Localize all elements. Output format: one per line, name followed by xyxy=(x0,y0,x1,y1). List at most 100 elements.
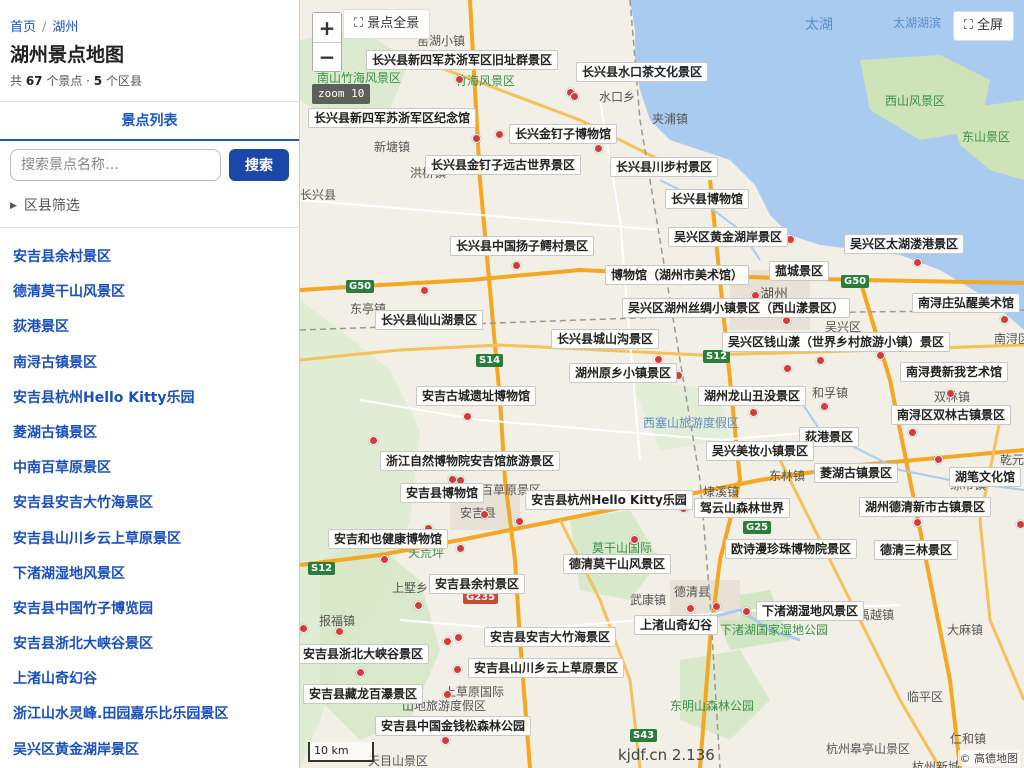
spot-pin-icon[interactable] xyxy=(819,401,829,411)
spot-list-item[interactable]: 荻港景区 xyxy=(0,310,299,345)
spot-pin-icon[interactable] xyxy=(999,314,1009,324)
spot-pin-icon[interactable] xyxy=(442,636,452,646)
map-spot-label[interactable]: 安吉和也健康博物馆 xyxy=(327,529,449,549)
map-spot-label[interactable]: 长兴县新四军苏浙军区纪念馆 xyxy=(307,108,477,128)
spot-pin-icon[interactable] xyxy=(945,388,955,398)
map-spot-label[interactable]: 湖州龙山丑没景区 xyxy=(697,386,807,406)
spot-list-item[interactable]: 安吉县浙北大峡谷景区 xyxy=(0,627,299,662)
map-spot-label[interactable]: 安吉县博物馆 xyxy=(399,483,485,503)
map-spot-label[interactable]: 安吉县安吉大竹海景区 xyxy=(483,627,617,647)
map-spot-label[interactable]: 安吉县中国金钱松森林公园 xyxy=(374,716,532,736)
spot-pin-icon[interactable] xyxy=(413,600,423,610)
map-spot-label[interactable]: 安吉县浙北大峡谷景区 xyxy=(300,644,430,664)
map-spot-label[interactable]: 博物馆（湖州市美术馆） xyxy=(604,265,750,285)
tab-spot-list[interactable]: 景点列表 xyxy=(0,101,299,141)
map-spot-label[interactable]: 吴兴区黄金湖岸景区 xyxy=(667,227,789,247)
spot-pin-icon[interactable] xyxy=(741,606,751,616)
map-spot-label[interactable]: 欧诗漫珍珠博物院景区 xyxy=(724,539,858,559)
spot-pin-icon[interactable] xyxy=(782,363,792,373)
spot-pin-icon[interactable] xyxy=(711,601,721,611)
spot-pin-icon[interactable] xyxy=(511,260,521,270)
map-spot-label[interactable]: 菱湖古镇景区 xyxy=(813,463,899,483)
spot-pin-icon[interactable] xyxy=(455,543,465,553)
spot-pin-icon[interactable] xyxy=(355,667,365,677)
map-spot-label[interactable]: 湖州原乡小镇景区 xyxy=(568,363,678,383)
spot-list-item[interactable]: 上渚山奇幻谷 xyxy=(0,662,299,697)
map-spot-label[interactable]: 安吉古城遗址博物馆 xyxy=(415,386,537,406)
spot-pin-icon[interactable] xyxy=(452,664,462,674)
district-filter-toggle[interactable]: ▶ 区县筛选 xyxy=(10,195,80,215)
map-spot-label[interactable]: 德清莫干山风景区 xyxy=(562,554,672,574)
spot-pin-icon[interactable] xyxy=(933,454,943,464)
spot-pin-icon[interactable] xyxy=(593,143,603,153)
map-spot-label[interactable]: 菰城景区 xyxy=(768,261,830,281)
map-spot-label[interactable]: 安吉县山川乡云上草原景区 xyxy=(467,658,625,678)
map-spot-label[interactable]: 南浔费新我艺术馆 xyxy=(899,362,1009,382)
map-view[interactable]: 太湖 太湖湖滨 西山风景区 东山景区 窑湖小镇 南山竹海风景区 竹海风景区 水口乡 夹浦镇 新塘镇… xyxy=(300,0,1024,768)
spot-pin-icon[interactable] xyxy=(907,427,917,437)
map-spot-label[interactable]: 长兴县中国扬子鳄村景区 xyxy=(449,236,595,256)
spot-pin-icon[interactable] xyxy=(368,435,378,445)
map-spot-label[interactable]: 长兴县水口茶文化景区 xyxy=(575,62,709,82)
spot-pin-icon[interactable] xyxy=(379,554,389,564)
map-spot-label[interactable]: 吴兴区钱山漾（世界乡村旅游小镇）景区 xyxy=(721,332,951,352)
spot-list-item[interactable]: 德清莫干山风景区 xyxy=(0,275,299,310)
map-spot-label[interactable]: 长兴县仙山湖景区 xyxy=(374,310,484,330)
zoom-out-button[interactable]: − xyxy=(313,42,341,71)
spot-pin-icon[interactable] xyxy=(514,516,524,526)
spot-list-item[interactable]: 安吉县安吉大竹海景区 xyxy=(0,486,299,521)
map-spot-label[interactable]: 吴兴区太湖溇港景区 xyxy=(843,234,965,254)
spot-list-item[interactable]: 浙江山水灵峰.田园嘉乐比乐园景区 xyxy=(0,697,299,732)
spot-pin-icon[interactable] xyxy=(462,411,472,421)
map-spot-label[interactable]: 安吉县藏龙百瀑景区 xyxy=(302,684,424,704)
map-spot-label[interactable]: 长兴金钉子博物馆 xyxy=(508,124,618,144)
spot-list-item[interactable]: 安吉县杭州Hello Kitty乐园 xyxy=(0,381,299,416)
map-spot-label[interactable]: 南浔区双林古镇景区 xyxy=(890,405,1012,425)
spot-pin-icon[interactable] xyxy=(629,534,639,544)
map-spot-label[interactable]: 湖笔文化馆 xyxy=(948,467,1022,487)
search-button[interactable]: 搜索 xyxy=(229,149,289,181)
map-spot-label[interactable]: 长兴县新四军苏浙军区旧址群景区 xyxy=(365,50,559,70)
spot-pin-icon[interactable] xyxy=(912,257,922,267)
zoom-in-button[interactable]: + xyxy=(313,13,341,42)
map-spot-label[interactable]: 下渚湖湿地风景区 xyxy=(755,601,865,621)
spot-list-item[interactable]: 南浔古镇景区 xyxy=(0,346,299,381)
spot-pin-icon[interactable] xyxy=(334,626,344,636)
map-spot-label[interactable]: 长兴县川步村景区 xyxy=(609,157,719,177)
spot-pin-icon[interactable] xyxy=(440,735,450,745)
spot-list-item[interactable]: 安吉县中国竹子博览园 xyxy=(0,592,299,627)
spot-pin-icon[interactable] xyxy=(815,355,825,365)
spot-list-item[interactable]: 中南百草原景区 xyxy=(0,451,299,486)
map-spot-label[interactable]: 吴兴区湖州丝绸小镇景区（西山漾景区） xyxy=(621,298,851,318)
spot-pin-icon[interactable] xyxy=(748,407,758,417)
map-spot-label[interactable]: 德清三林景区 xyxy=(873,540,959,560)
spot-pin-icon[interactable] xyxy=(419,285,429,295)
spot-list-item[interactable]: 吴兴区黄金湖岸景区 xyxy=(0,733,299,768)
spot-list-item[interactable]: 下渚湖湿地风景区 xyxy=(0,557,299,592)
spot-pin-icon[interactable] xyxy=(300,623,308,633)
map-spot-label[interactable]: 浙江自然博物院安吉馆旅游景区 xyxy=(379,451,561,471)
map-spot-label[interactable]: 南浔庄弘醒美术馆 xyxy=(911,293,1021,313)
map-spot-label[interactable]: 安吉县杭州Hello Kitty乐园 xyxy=(525,490,693,510)
breadcrumb-current-link[interactable]: 湖州 xyxy=(52,20,78,35)
spot-pin-icon[interactable] xyxy=(569,91,579,101)
map-spot-label[interactable]: 上渚山奇幻谷 xyxy=(633,615,719,635)
map-spot-label[interactable]: 吴兴美妆小镇景区 xyxy=(705,441,815,461)
spot-pin-icon[interactable] xyxy=(453,632,463,642)
spot-pin-icon[interactable] xyxy=(479,509,489,519)
spot-pin-icon[interactable] xyxy=(912,517,922,527)
map-spot-label[interactable]: 安吉县余村景区 xyxy=(428,574,526,594)
spot-pin-icon[interactable] xyxy=(494,129,504,139)
spot-list-item[interactable]: 菱湖古镇景区 xyxy=(0,416,299,451)
spot-list-item[interactable]: 安吉县山川乡云上草原景区 xyxy=(0,522,299,557)
spot-pin-icon[interactable] xyxy=(1015,519,1024,529)
spot-list-item[interactable]: 安吉县余村景区 xyxy=(0,240,299,275)
breadcrumb-home-link[interactable]: 首页 xyxy=(10,20,36,35)
view-all-spots-button[interactable]: ⛶ 景点全景 xyxy=(343,9,431,39)
fullscreen-button[interactable]: ⛶ 全屏 xyxy=(952,11,1014,41)
spot-pin-icon[interactable] xyxy=(471,133,481,143)
spot-pin-icon[interactable] xyxy=(442,689,452,699)
spot-pin-icon[interactable] xyxy=(454,74,464,84)
search-input[interactable] xyxy=(10,149,221,181)
map-spot-label[interactable]: 长兴县博物馆 xyxy=(664,189,750,209)
